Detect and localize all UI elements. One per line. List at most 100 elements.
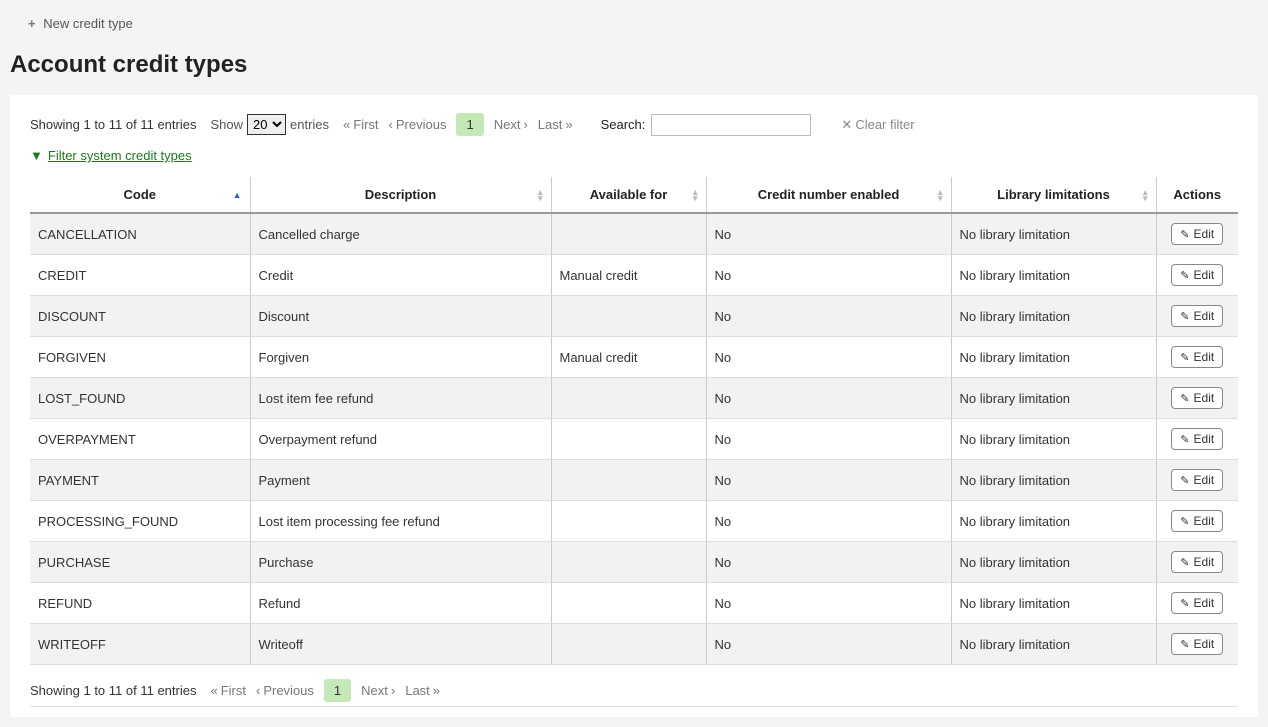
last-page-button[interactable]: Last » bbox=[538, 117, 573, 132]
credit-types-table: Code ▲ Description ▴▾ Available for ▴▾ C… bbox=[30, 177, 1238, 665]
pencil-icon: ✎ bbox=[1180, 597, 1189, 610]
edit-label: Edit bbox=[1194, 514, 1215, 528]
cell-actions: ✎Edit bbox=[1156, 583, 1238, 624]
first-page-button-bottom[interactable]: « First bbox=[210, 683, 246, 698]
page-1-button-bottom[interactable]: 1 bbox=[324, 679, 351, 702]
col-description-header[interactable]: Description ▴▾ bbox=[250, 177, 551, 213]
edit-label: Edit bbox=[1194, 473, 1215, 487]
cell-code: OVERPAYMENT bbox=[30, 419, 250, 460]
search-control: Search: bbox=[601, 114, 812, 136]
next-page-button[interactable]: Next › bbox=[494, 117, 528, 132]
pencil-icon: ✎ bbox=[1180, 351, 1189, 364]
chevron-double-left-icon: « bbox=[343, 117, 350, 132]
edit-label: Edit bbox=[1194, 268, 1215, 282]
edit-button[interactable]: ✎Edit bbox=[1171, 633, 1223, 655]
edit-button[interactable]: ✎Edit bbox=[1171, 264, 1223, 286]
cell-actions: ✎Edit bbox=[1156, 213, 1238, 255]
last-page-button-bottom[interactable]: Last » bbox=[405, 683, 440, 698]
table-row: OVERPAYMENTOverpayment refundNoNo librar… bbox=[30, 419, 1238, 460]
main-panel: Showing 1 to 11 of 11 entries Show 20 en… bbox=[10, 95, 1258, 717]
table-controls-bottom: Showing 1 to 11 of 11 entries « First ‹ … bbox=[30, 665, 1238, 707]
edit-button[interactable]: ✎Edit bbox=[1171, 346, 1223, 368]
last-label-bottom: Last bbox=[405, 683, 430, 698]
previous-page-button[interactable]: ‹ Previous bbox=[389, 117, 447, 132]
col-actions-header: Actions bbox=[1156, 177, 1238, 213]
cell-available bbox=[551, 583, 706, 624]
col-library-header[interactable]: Library limitations ▴▾ bbox=[951, 177, 1156, 213]
cell-available: Manual credit bbox=[551, 337, 706, 378]
cell-credit-number: No bbox=[706, 460, 951, 501]
clear-filter-label: Clear filter bbox=[855, 117, 914, 132]
edit-label: Edit bbox=[1194, 309, 1215, 323]
table-row: LOST_FOUNDLost item fee refundNoNo libra… bbox=[30, 378, 1238, 419]
first-label-bottom: First bbox=[221, 683, 246, 698]
show-suffix: entries bbox=[290, 117, 329, 132]
first-page-button[interactable]: « First bbox=[343, 117, 379, 132]
edit-button[interactable]: ✎Edit bbox=[1171, 223, 1223, 245]
cell-actions: ✎ Edit bbox=[1156, 501, 1238, 542]
cell-description: Credit bbox=[250, 255, 551, 296]
edit-button[interactable]: ✎Edit bbox=[1171, 387, 1223, 409]
cell-credit-number: No bbox=[706, 583, 951, 624]
cell-description: Lost item processing fee refund bbox=[250, 501, 551, 542]
edit-label: Edit bbox=[1194, 227, 1215, 241]
table-row: PROCESSING_FOUNDLost item processing fee… bbox=[30, 501, 1238, 542]
next-page-button-bottom[interactable]: Next › bbox=[361, 683, 395, 698]
cell-available bbox=[551, 624, 706, 665]
pencil-icon: ✎ bbox=[1180, 556, 1189, 569]
col-available-header[interactable]: Available for ▴▾ bbox=[551, 177, 706, 213]
table-row: CANCELLATIONCancelled chargeNoNo library… bbox=[30, 213, 1238, 255]
search-input[interactable] bbox=[651, 114, 811, 136]
cell-available bbox=[551, 501, 706, 542]
cell-actions: ✎ Edit bbox=[1156, 460, 1238, 501]
table-row: PAYMENTPaymentNoNo library limitation✎Ed… bbox=[30, 460, 1238, 501]
col-actions-label: Actions bbox=[1173, 187, 1221, 202]
plus-icon: + bbox=[28, 16, 36, 31]
new-credit-type-label: New credit type bbox=[43, 16, 133, 31]
table-row: REFUNDRefundNoNo library limitation✎Edit bbox=[30, 583, 1238, 624]
cell-code: REFUND bbox=[30, 583, 250, 624]
col-code-header[interactable]: Code ▲ bbox=[30, 177, 250, 213]
cell-credit-number: No bbox=[706, 213, 951, 255]
table-row: DISCOUNTDiscountNoNo library limitation✎… bbox=[30, 296, 1238, 337]
cell-credit-number: No bbox=[706, 378, 951, 419]
cell-actions: ✎Edit bbox=[1156, 255, 1238, 296]
cell-library-limit: No library limitation bbox=[951, 213, 1156, 255]
chevron-double-left-icon: « bbox=[210, 683, 217, 698]
new-credit-type-link[interactable]: + New credit type bbox=[28, 16, 133, 31]
cell-code: FORGIVEN bbox=[30, 337, 250, 378]
edit-button[interactable]: ✎Edit bbox=[1171, 592, 1223, 614]
last-label: Last bbox=[538, 117, 563, 132]
clear-filter-button[interactable]: ✕ Clear filter bbox=[841, 117, 914, 133]
col-credit-number-header[interactable]: Credit number enabled ▴▾ bbox=[706, 177, 951, 213]
cell-description: Discount bbox=[250, 296, 551, 337]
edit-button[interactable]: ✎Edit bbox=[1171, 551, 1223, 573]
edit-button[interactable]: ✎Edit bbox=[1171, 428, 1223, 450]
entries-info-bottom: Showing 1 to 11 of 11 entries bbox=[30, 683, 196, 698]
previous-page-button-bottom[interactable]: ‹ Previous bbox=[256, 683, 314, 698]
page-title: Account credit types bbox=[10, 51, 1258, 79]
chevron-double-right-icon: » bbox=[433, 683, 440, 698]
page-1-button[interactable]: 1 bbox=[456, 113, 483, 136]
page-length-control: Show 20 entries bbox=[210, 114, 329, 135]
pencil-icon: ✎ bbox=[1180, 515, 1189, 528]
table-row: WRITEOFFWriteoffNoNo library limitation✎… bbox=[30, 624, 1238, 665]
cell-description: Payment bbox=[250, 460, 551, 501]
cell-credit-number: No bbox=[706, 542, 951, 583]
page-length-select[interactable]: 20 bbox=[247, 114, 286, 135]
pencil-icon: ✎ bbox=[1180, 474, 1189, 487]
toolbar: + New credit type bbox=[10, 10, 1258, 51]
cell-code: CANCELLATION bbox=[30, 213, 250, 255]
edit-button[interactable]: ✎Edit bbox=[1171, 305, 1223, 327]
cell-library-limit: No library limitation bbox=[951, 501, 1156, 542]
cell-available bbox=[551, 419, 706, 460]
chevron-double-right-icon: » bbox=[565, 117, 572, 132]
chevron-left-icon: ‹ bbox=[256, 683, 260, 698]
cell-available bbox=[551, 296, 706, 337]
cell-actions: ✎Edit bbox=[1156, 624, 1238, 665]
cell-actions: ✎Edit bbox=[1156, 378, 1238, 419]
edit-button[interactable]: ✎ Edit bbox=[1171, 469, 1223, 491]
edit-button[interactable]: ✎ Edit bbox=[1171, 510, 1223, 532]
close-icon: ✕ bbox=[841, 117, 852, 133]
filter-system-types-link[interactable]: ▼ Filter system credit types bbox=[10, 148, 192, 169]
